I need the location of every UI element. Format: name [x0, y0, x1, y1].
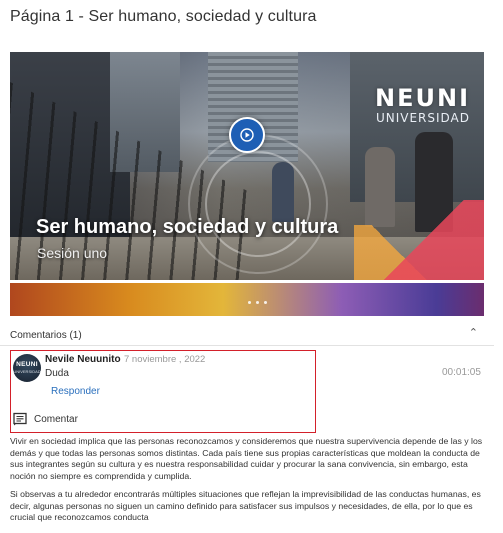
- carousel-dots: [248, 301, 267, 304]
- page-title: Página 1 - Ser humano, sociedad y cultur…: [10, 8, 317, 25]
- decorative-ring: [205, 151, 311, 257]
- play-icon: [240, 128, 254, 142]
- add-comment-button[interactable]: Comentar: [13, 412, 78, 426]
- comment-icon: [13, 412, 27, 426]
- video-title: Ser humano, sociedad y cultura: [36, 216, 339, 238]
- video-subtitle: Sesión uno: [37, 245, 108, 261]
- reply-link[interactable]: Responder: [51, 386, 100, 397]
- chevron-up-icon[interactable]: ⌃: [469, 326, 478, 339]
- body-paragraph: Vivir en sociedad implica que las person…: [10, 436, 483, 481]
- comments-count: Comentarios (1): [10, 330, 82, 341]
- add-comment-label: Comentar: [34, 413, 78, 425]
- comment-text: Duda: [45, 368, 69, 379]
- comment-date: 7 noviembre , 2022: [124, 354, 206, 365]
- play-button[interactable]: [229, 117, 265, 153]
- decorative-triangle: [364, 200, 484, 280]
- body-paragraph: Si observas a tu alrededor encontrarás m…: [10, 489, 481, 522]
- brand-logo: NEUNI UNIVERSIDAD: [375, 86, 470, 124]
- comment-timestamp[interactable]: 00:01:05: [442, 367, 481, 378]
- comments-header[interactable]: Comentarios (1) ⌃: [0, 320, 494, 346]
- avatar-text: NEUNI: [16, 361, 38, 369]
- comment-author: Nevile Neuunito: [45, 354, 121, 365]
- avatar-subtext: UNIVERSIDAD: [13, 368, 41, 374]
- decorative-banner: [10, 283, 484, 316]
- video-player[interactable]: NEUNI UNIVERSIDAD Ser humano, sociedad y…: [10, 52, 484, 280]
- brand-tagline: UNIVERSIDAD: [375, 111, 470, 125]
- brand-name: NEUNI: [375, 84, 470, 112]
- comment-item: NEUNI UNIVERSIDAD Nevile Neuunito 7 novi…: [10, 350, 316, 433]
- avatar: NEUNI UNIVERSIDAD: [13, 354, 41, 382]
